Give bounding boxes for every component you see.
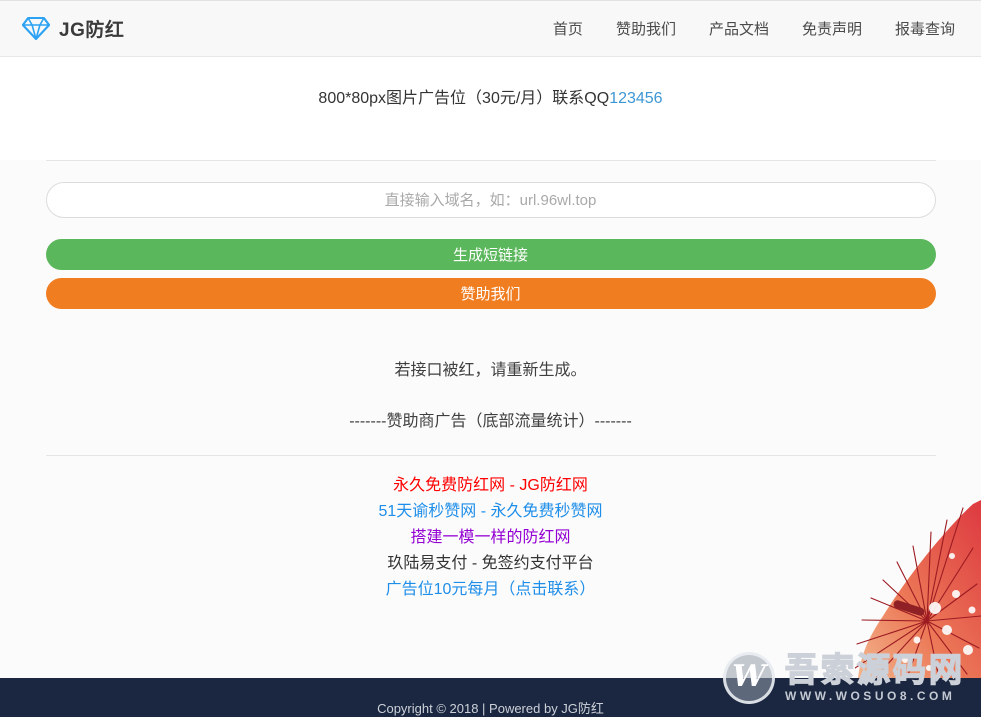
sponsor-link-ad-slot[interactable]: 广告位10元每月（点击联系） [46,577,936,603]
nav-item-virus-check[interactable]: 报毒查询 [895,18,955,39]
navbar: JG防红 首页 赞助我们 产品文档 免责声明 报毒查询 [0,0,981,57]
divider-middle [46,455,936,456]
footer: Copyright © 2018 | Powered by JG防红 [0,678,981,717]
regenerate-note: 若接口被红，请重新生成。 [46,356,936,380]
sponsor-link-build-clone[interactable]: 搭建一模一样的防红网 [46,525,936,551]
sponsor-link-51tianyu[interactable]: 51天谕秒赞网 - 永久免费秒赞网 [46,499,936,525]
page: JG防红 首页 赞助我们 产品文档 免责声明 报毒查询 800*80px图片广告… [0,0,981,717]
main-section: 生成短链接 赞助我们 若接口被红，请重新生成。 -------赞助商广告（底部流… [0,160,981,678]
sponsor-link-jg[interactable]: 永久免费防红网 - JG防红网 [46,473,936,499]
nav-item-docs[interactable]: 产品文档 [709,18,769,39]
nav-item-disclaimer[interactable]: 免责声明 [802,18,862,39]
copyright-text: Copyright © 2018 | Powered by JG防红 [377,701,604,716]
diamond-logo-icon [22,16,50,41]
content-container: 生成短链接 赞助我们 若接口被红，请重新生成。 -------赞助商广告（底部流… [46,160,936,603]
nav-item-home[interactable]: 首页 [553,18,583,39]
sponsor-us-button[interactable]: 赞助我们 [46,278,936,309]
sponsor-link-jiulu-pay[interactable]: 玖陆易支付 - 免签约支付平台 [46,551,936,577]
brand-title: JG防红 [59,15,124,42]
ad-banner-text: 800*80px图片广告位（30元/月）联系QQ [318,90,609,107]
nav-links: 首页 赞助我们 产品文档 免责声明 报毒查询 [553,18,955,39]
sponsor-links: 永久免费防红网 - JG防红网 51天谕秒赞网 - 永久免费秒赞网 搭建一模一样… [46,473,936,603]
divider-top [46,160,936,161]
domain-input[interactable] [46,182,936,218]
brand[interactable]: JG防红 [22,15,124,42]
ad-banner: 800*80px图片广告位（30元/月）联系QQ123456 [0,57,981,142]
generate-shortlink-button[interactable]: 生成短链接 [46,239,936,270]
sponsor-ads-heading: -------赞助商广告（底部流量统计）------- [46,407,936,431]
nav-item-sponsor[interactable]: 赞助我们 [616,18,676,39]
qq-contact-link[interactable]: 123456 [609,90,662,107]
